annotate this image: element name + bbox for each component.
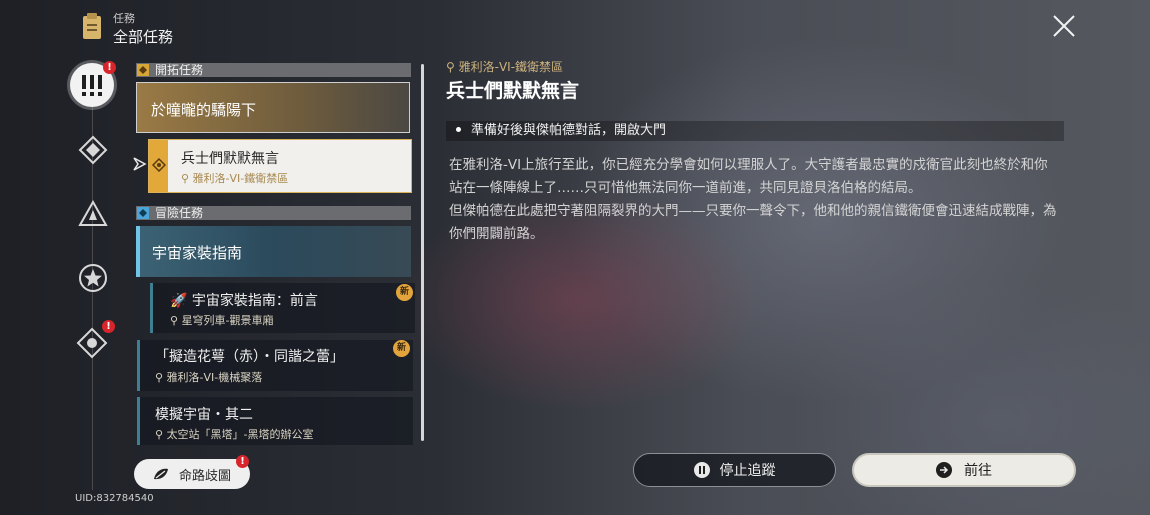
exclamation-icon [78,73,106,97]
location-pin-icon: ⚲ [170,314,179,327]
clipboard-icon [81,12,103,40]
alert-badge: ! [102,320,115,333]
diamond-compass-icon [76,327,108,359]
location-pin-icon: ⚲ [155,371,164,384]
star-icon [78,263,108,293]
detail-title: 兵士們默默無言 [446,80,580,102]
quest-card-sub[interactable]: 模擬宇宙・其二 ⚲ 太空站「黑塔」-黑塔的辦公室 [137,397,413,445]
bullet-icon [456,127,461,132]
quest-location-text: 星穹列車-觀景車廂 [181,314,274,327]
description-paragraph: 在雅利洛-VI上旅行至此，你已經充分學會如何以理服人了。大守護者最忠實的戍衛官此… [449,157,1048,196]
new-badge: 新 [393,340,410,357]
quest-card-sub[interactable]: 「擬造花萼（赤）・同諧之蕾」 ⚲ 雅利洛-VI-機械聚落 新 [137,340,413,391]
arrow-right-icon [936,462,952,478]
close-icon[interactable] [1051,13,1077,39]
sidebar-item-companion[interactable] [77,198,109,230]
quest-title-text: 宇宙家裝指南：前言 [191,293,318,309]
quest-location: ⚲ 太空站「黑塔」-黑塔的辦公室 [155,426,314,442]
sidebar-item-trailblaze[interactable] [77,134,109,166]
new-badge: 新 [396,284,413,301]
quest-title: 🚀 宇宙家裝指南：前言 [170,290,318,310]
location-pin-icon: ⚲ [181,172,190,185]
section-adventure: 冒險任務 [136,206,411,220]
location-pin-icon: ⚲ [155,428,164,441]
rocket-icon: 🚀 [170,293,188,309]
quest-title: 「擬造花萼（赤）・同諧之蕾」 [155,349,344,365]
alert-badge: ! [236,455,249,468]
sidebar-item-all[interactable]: ! [70,61,116,107]
quest-location: ⚲ 雅利洛-VI-機械聚落 [155,369,262,385]
pause-icon [693,462,710,478]
go-button-label: 前往 [964,463,992,479]
trailblaze-icon [78,135,108,165]
location-pin-icon: ⚲ [446,60,455,74]
detail-location-text: 雅利洛-VI-鐵衛禁區 [458,60,564,74]
header-category: 任務 [113,12,135,25]
triangle-star-icon [78,199,108,229]
selected-pointer-icon [133,157,147,171]
quest-card-adventure-main[interactable]: 宇宙家裝指南 [136,226,411,277]
trailblaze-marker-icon [152,158,166,172]
quest-card-sub[interactable]: 🚀 宇宙家裝指南：前言 ⚲ 星穹列車-觀景車廂 新 [150,283,415,333]
quest-card-selected[interactable]: 兵士們默默無言 ⚲ 雅利洛-VI-鐵衛禁區 [148,139,412,193]
section-adventure-label: 冒險任務 [155,206,204,220]
go-button[interactable]: 前往 [852,453,1076,487]
section-trailblaze: 開拓任務 [136,63,411,77]
uid-label: UID:832784540 [75,493,154,504]
section-trailblaze-label: 開拓任務 [155,63,204,77]
objective-row: 準備好後與傑帕德對話，開啟大門 [446,121,1064,141]
quest-location: ⚲ 星穹列車-觀景車廂 [170,312,274,328]
quest-location: ⚲ 雅利洛-VI-鐵衛禁區 [181,170,288,186]
sidebar-item-adventure[interactable] [77,262,109,294]
stop-tracking-label: 停止追蹤 [719,463,776,479]
quest-title: 於曈曨的驕陽下 [151,101,257,119]
detail-location: ⚲ 雅利洛-VI-鐵衛禁區 [446,58,563,75]
quest-location-text: 雅利洛-VI-鐵衛禁區 [192,172,289,185]
quest-location-text: 雅利洛-VI-機械聚落 [166,371,263,384]
map-button[interactable]: 命路歧圖 ! [134,455,250,489]
quest-title: 兵士們默默無言 [181,151,279,167]
page-title: 全部任務 [113,28,174,46]
description-paragraph: 但傑帕德在此處把守著阻隔裂界的大門——只要你一聲令下，他和他的親信鐵衛便會迅速結… [449,203,1057,242]
quest-list-scrollbar[interactable] [421,64,424,441]
leaf-icon [153,467,169,481]
stop-tracking-button[interactable]: 停止追蹤 [633,453,836,487]
quest-title: 宇宙家裝指南 [152,244,243,262]
detail-description: 在雅利洛-VI上旅行至此，你已經充分學會如何以理服人了。大守護者最忠實的戍衛官此… [449,154,1061,246]
sidebar-item-daily[interactable]: ! [75,320,115,360]
trailblaze-section-icon [137,64,149,76]
quest-card-trailblaze-main[interactable]: 於曈曨的驕陽下 [136,82,410,133]
map-button-label: 命路歧圖 [178,468,231,484]
adventure-section-icon [137,207,149,219]
objective-text: 準備好後與傑帕德對話，開啟大門 [471,123,667,138]
quest-location-text: 太空站「黑塔」-黑塔的辦公室 [166,428,314,441]
quest-title: 模擬宇宙・其二 [155,407,253,423]
selected-accent-bar [149,140,168,192]
alert-badge: ! [103,61,116,74]
